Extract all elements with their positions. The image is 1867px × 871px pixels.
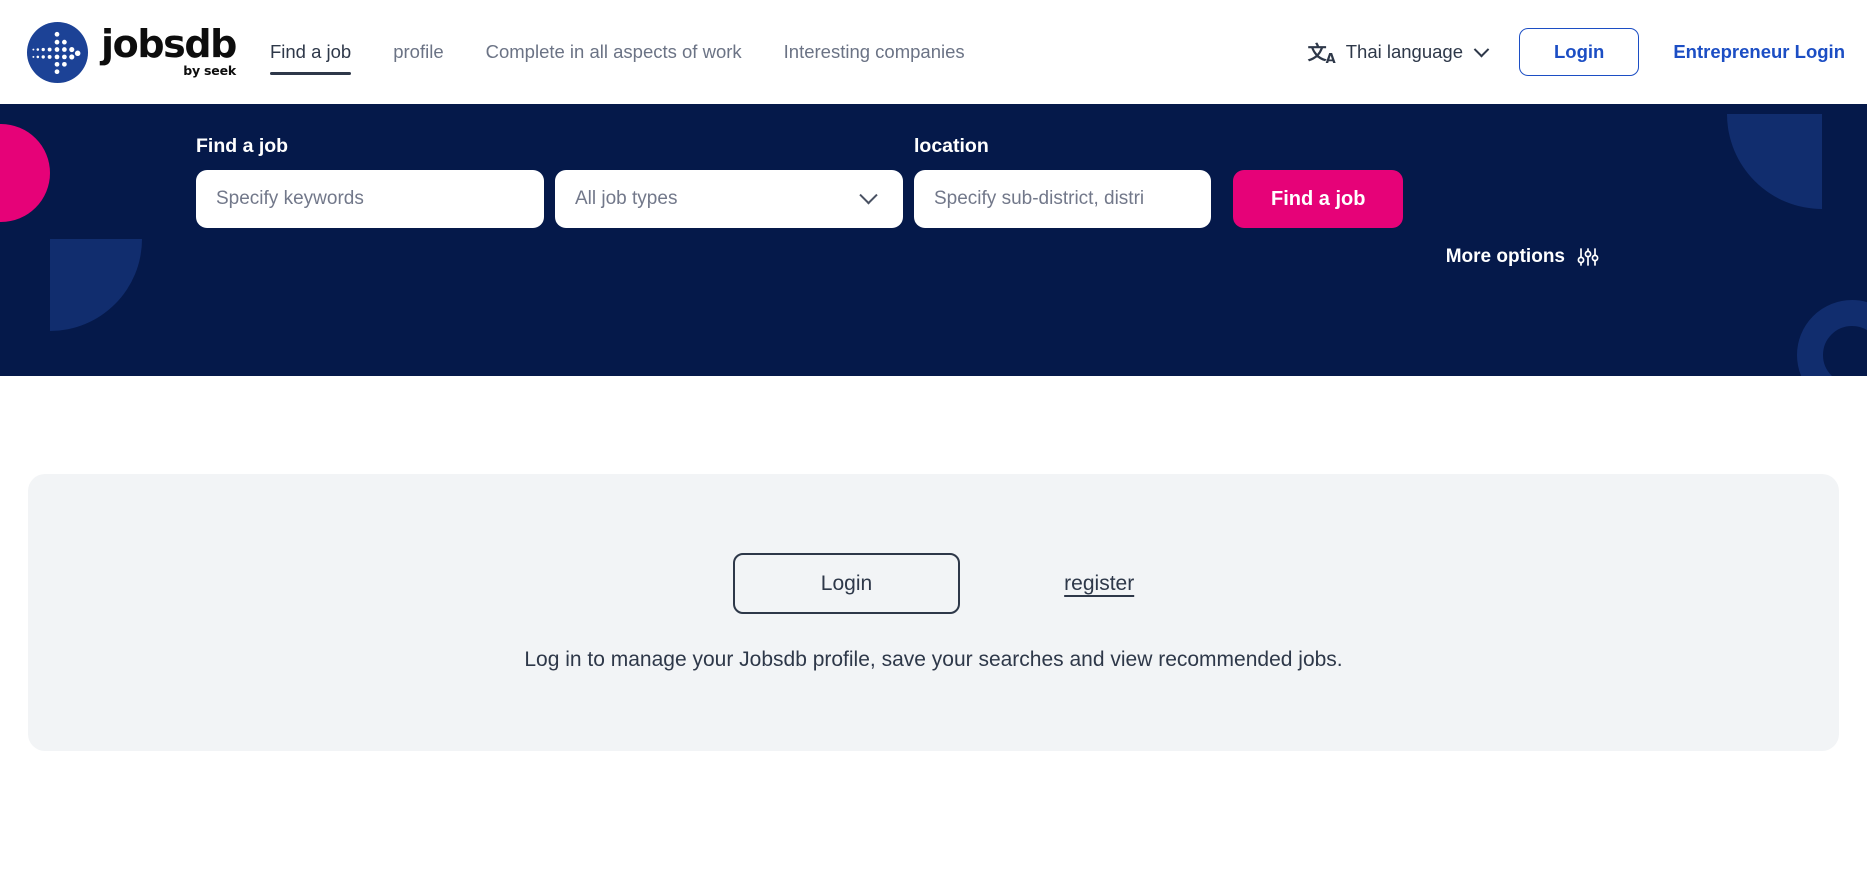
location-label: location [914, 134, 989, 157]
location-placeholder: Specify sub-district, distri [934, 188, 1145, 209]
sliders-icon [1577, 248, 1599, 266]
nav-right-actions: 文A Thai language Login Entrepreneur Logi… [1300, 27, 1845, 77]
search-row: Specify keywords All job types Specify s… [196, 170, 1867, 228]
location-input[interactable]: Specify sub-district, distri [914, 170, 1211, 228]
entrepreneur-login-link[interactable]: Entrepreneur Login [1673, 41, 1845, 63]
login-prompt-card: Login register Log in to manage your Job… [28, 474, 1839, 751]
brand-wordmark: jobsdb by seek [101, 22, 237, 79]
main-content: Login register Log in to manage your Job… [0, 376, 1867, 871]
job-type-value: All job types [575, 188, 678, 209]
keywords-input[interactable]: Specify keywords [196, 170, 544, 228]
primary-nav: Find a job profile Complete in all aspec… [269, 0, 986, 104]
nav-item-find-a-job[interactable]: Find a job [269, 0, 372, 104]
job-type-select[interactable]: All job types [555, 170, 903, 228]
jobsdb-dot-arrow-logo-icon [26, 21, 89, 83]
find-a-job-search-button[interactable]: Find a job [1233, 170, 1404, 228]
more-options-row: More options [196, 246, 1867, 268]
nav-item-interesting-companies[interactable]: Interesting companies [763, 0, 986, 104]
brand-tagline: by seek [183, 63, 236, 79]
search-field-labels: Find a job location [196, 104, 1867, 156]
top-navigation-bar: jobsdb by seek Find a job profile Comple… [0, 0, 1867, 104]
login-button[interactable]: Login [1519, 27, 1640, 77]
card-login-button[interactable]: Login [732, 552, 961, 615]
nav-item-profile[interactable]: profile [372, 0, 464, 104]
more-options-toggle[interactable]: More options [1446, 246, 1599, 268]
brand-logo[interactable]: jobsdb by seek [26, 21, 237, 84]
login-card-caption: Log in to manage your Jobsdb profile, sa… [524, 648, 1343, 672]
chevron-down-icon [859, 185, 878, 204]
language-selector[interactable]: 文A Thai language [1300, 33, 1501, 71]
keywords-placeholder: Specify keywords [216, 188, 364, 209]
chevron-down-icon [1473, 41, 1490, 57]
find-a-job-label: Find a job [196, 134, 289, 157]
language-label: Thai language [1345, 41, 1463, 62]
login-card-actions: Login register [732, 552, 1134, 615]
translate-icon: 文A [1307, 41, 1336, 67]
more-options-label: More options [1445, 246, 1565, 267]
nav-item-complete-work[interactable]: Complete in all aspects of work [465, 0, 763, 104]
brand-name: jobsdb [101, 22, 237, 67]
hero-search-banner: Find a job location Specify keywords All… [0, 104, 1867, 376]
decorative-blue-ring [1797, 300, 1867, 376]
card-register-link[interactable]: register [1064, 572, 1134, 596]
